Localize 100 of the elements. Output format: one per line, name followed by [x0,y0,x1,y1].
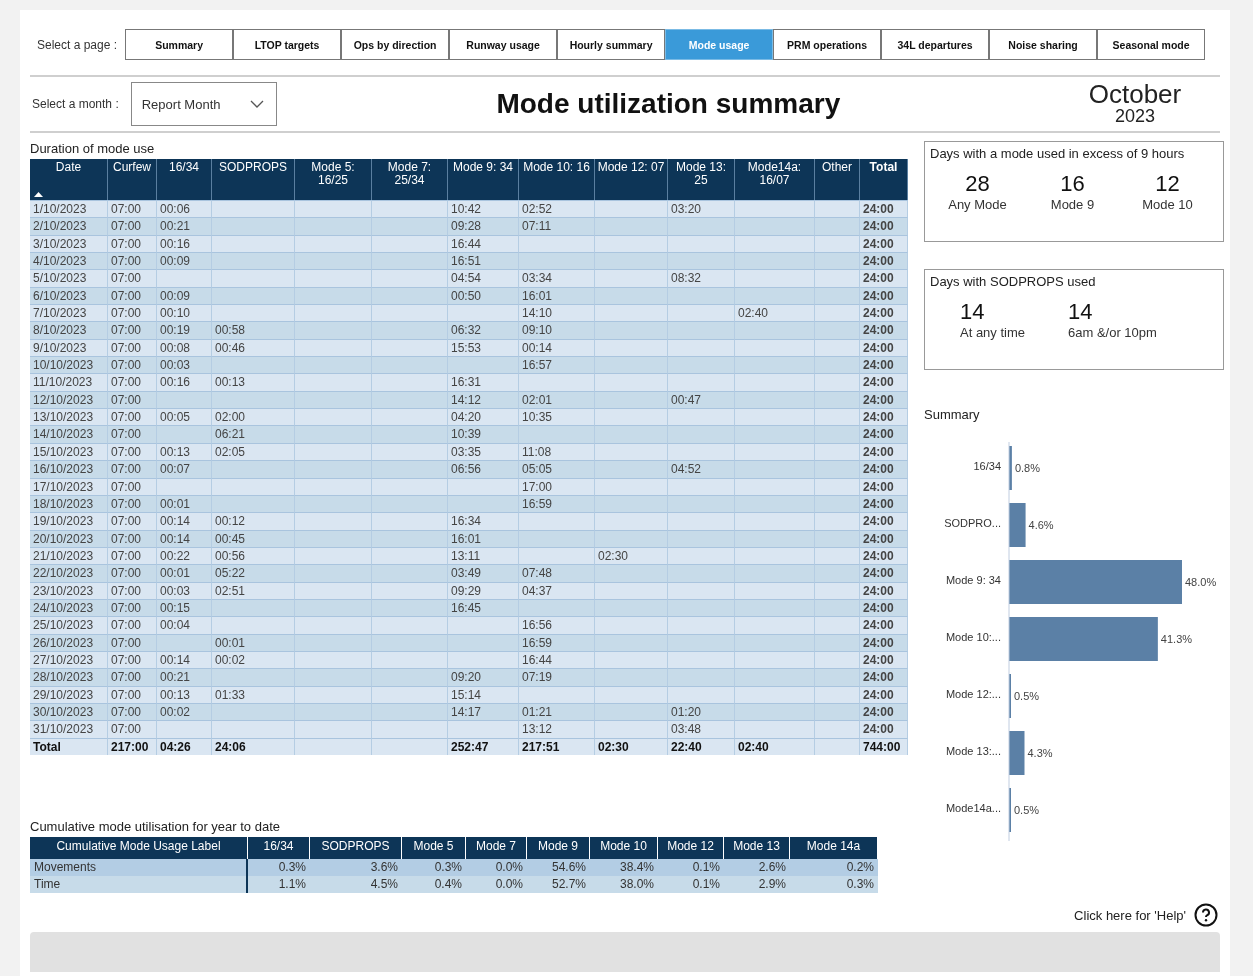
table-cell: 00:05 [157,408,212,426]
table-cell: 1/10/2023 [30,200,108,218]
table-cell: 0.2% [790,859,878,876]
table-cell: 06:21 [212,425,295,443]
page-select-label: Select a page : [37,37,118,52]
table-cell: 10:35 [519,408,595,426]
stat-value: 14 [960,299,985,325]
value-label: 0.8% [1014,462,1040,474]
category-label: Mode 9: 34 [945,574,1001,586]
table-cell: 8/10/2023 [30,321,108,339]
table-cell: 16:51 [448,252,519,270]
table-cell: 0.3% [402,859,466,876]
table-cell: 07:00 [108,356,157,374]
table-cell: 24:00 [860,512,908,530]
table-cell: 07:48 [519,564,595,582]
table-cell: 0.1% [658,876,724,893]
value-label: 4.3% [1027,747,1053,759]
table-cell: 24:00 [860,269,908,287]
table-title: Cumulative mode utilisation for year to date [30,819,281,834]
table-cell: 07:00 [108,668,157,686]
table-cell: 0.1% [658,859,724,876]
table-cell: 24:00 [860,304,908,322]
table-cell: 05:05 [519,460,595,478]
table-cell: 16:56 [519,616,595,634]
table-cell: 0.3% [790,876,878,893]
category-label: Mode14a... [945,802,1001,814]
table-cell: 03:49 [448,564,519,582]
table-cell: 00:06 [157,200,212,218]
table-cell: 11/10/2023 [30,373,108,391]
table-cell: 0.0% [466,859,527,876]
table-cell: 02:52 [519,200,595,218]
table-cell: 4.5% [310,876,402,893]
table-cell: 08:32 [668,269,735,287]
table-cell: 07:00 [108,252,157,270]
table-cell: Time [30,876,248,893]
table-cell: 07:00 [108,408,157,426]
table-cell: 07:00 [108,616,157,634]
stat-value: 16 [1060,171,1085,197]
table-cell: 04:52 [668,460,735,478]
table-cell: 0.4% [402,876,466,893]
table-cell: 07:00 [108,564,157,582]
card-title: Days with a mode used in excess of 9 hours [930,146,1186,161]
table-cell: 07:00 [108,304,157,322]
table-cell: 00:13 [212,373,295,391]
table-cell: 03:34 [519,269,595,287]
value-label: 48.0% [1185,576,1217,588]
table-cell: 00:19 [157,321,212,339]
value-label: 4.6% [1028,519,1054,531]
table-cell: 00:21 [157,668,212,686]
table-cell: 00:10 [157,304,212,322]
table-cell: 07:00 [108,217,157,235]
stat-label: 6am &/or 10pm [1068,325,1157,340]
value-label: 0.5% [1014,690,1040,702]
table-cell: 1.1% [248,876,310,893]
chart-title: Summary [924,407,981,422]
table-cell: 31/10/2023 [30,720,108,738]
table-cell: 00:09 [157,252,212,270]
table-cell: 38.0% [590,876,658,893]
month-select-label: Select a month : [32,97,119,111]
table-cell: 09:10 [519,321,595,339]
table-cell: 19/10/2023 [30,512,108,530]
table-cell: 07:00 [108,200,157,218]
table-cell: 10/10/2023 [30,356,108,374]
table-cell: 24:00 [860,356,908,374]
category-label: SODPRO... [944,517,1001,529]
table-cell: 2/10/2023 [30,217,108,235]
stat-label: Mode 10 [1142,197,1193,212]
table-cell: 00:21 [157,217,212,235]
table-cell: 52.7% [527,876,590,893]
table-cell: 09:28 [448,217,519,235]
table-cell: 00:58 [212,321,295,339]
table-cell: 00:03 [157,356,212,374]
table-cell: 24:00 [860,564,908,582]
table-cell: 2.9% [724,876,790,893]
table-cell: 09:20 [448,668,519,686]
table-cell: 10:39 [448,425,519,443]
table-cell: 24:00 [860,668,908,686]
table-cell: 00:14 [157,512,212,530]
table-cell: 13/10/2023 [30,408,108,426]
table-cell: 02:40 [735,304,815,322]
table-cell: 25/10/2023 [30,616,108,634]
year-text: 2023 [1114,107,1155,127]
stat-value: 14 [1068,299,1093,325]
table-cell: 0.0% [466,876,527,893]
stat-value: 12 [1155,171,1180,197]
table-cell: 02:00 [212,408,295,426]
table-cell: 06:56 [448,460,519,478]
table-cell: 7/10/2023 [30,304,108,322]
table-cell: 07:00 [108,460,157,478]
table-cell: 16/10/2023 [30,460,108,478]
table-cell: 16:31 [448,373,519,391]
stat-label: At any time [960,325,1026,340]
table-cell: Movements [30,859,248,876]
table-cell: 07:00 [108,321,157,339]
table-cell: 28/10/2023 [30,668,108,686]
page-title: Mode utilization summary [495,88,842,120]
table-cell: 06:32 [448,321,519,339]
table-cell: 03:20 [668,200,735,218]
table-cell: 00:04 [157,616,212,634]
category-label: Mode 13:... [945,745,1001,757]
